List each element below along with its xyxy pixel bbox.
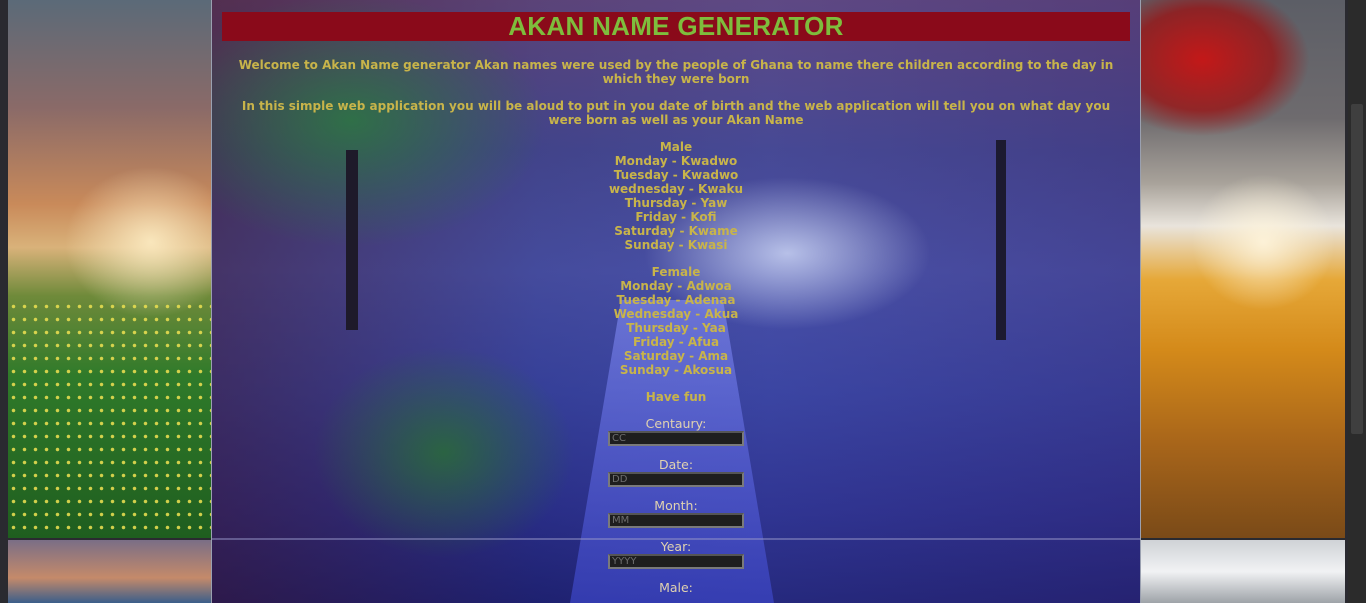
female-name-item: Saturday - Ama <box>623 349 729 363</box>
left-scenery-tile <box>8 540 212 603</box>
female-name-item: Wednesday - Akua <box>613 307 739 321</box>
date-input[interactable] <box>608 472 744 487</box>
right-scenery-tile <box>1141 540 1345 603</box>
male-heading: Male <box>659 140 693 154</box>
gender-label: Male: <box>659 580 693 595</box>
closing-text: Have fun <box>645 390 707 404</box>
month-input[interactable] <box>608 513 744 528</box>
male-name-item: Tuesday - Kwadwo <box>613 168 739 182</box>
red-tree-foliage <box>1141 0 1345 170</box>
male-name-item: wednesday - Kwaku <box>608 182 744 196</box>
year-input[interactable] <box>608 554 744 569</box>
intro-paragraph-2: In this simple web application you will … <box>241 99 1111 127</box>
male-name-item: Monday - Kwadwo <box>614 154 738 168</box>
male-name-item: Thursday - Yaw <box>624 196 728 210</box>
date-label: Date: <box>658 457 694 472</box>
title-banner: AKAN NAME GENERATOR <box>222 11 1130 41</box>
century-label: Centaury: <box>645 416 707 431</box>
female-name-item: Tuesday - Adenaa <box>616 293 736 307</box>
month-label: Month: <box>654 498 698 513</box>
year-label: Year: <box>660 539 692 554</box>
male-name-item: Saturday - Kwame <box>614 224 738 238</box>
century-input[interactable] <box>608 431 744 446</box>
left-flower-field <box>8 300 212 538</box>
male-name-item: Friday - Kofi <box>635 210 717 224</box>
female-heading: Female <box>651 265 701 279</box>
female-name-item: Friday - Afua <box>632 335 720 349</box>
female-name-item: Sunday - Akosua <box>619 363 733 377</box>
page-title: AKAN NAME GENERATOR <box>508 11 844 41</box>
intro-paragraph-1: Welcome to Akan Name generator Akan name… <box>238 58 1114 86</box>
female-name-item: Monday - Adwoa <box>620 279 732 293</box>
main-content-panel: AKAN NAME GENERATOR Welcome to Akan Name… <box>211 0 1141 603</box>
content-body: Welcome to Akan Name generator Akan name… <box>222 58 1130 595</box>
female-name-item: Thursday - Yaa <box>626 321 726 335</box>
scrollbar-thumb[interactable] <box>1351 104 1363 434</box>
male-name-item: Sunday - Kwasi <box>624 238 728 252</box>
